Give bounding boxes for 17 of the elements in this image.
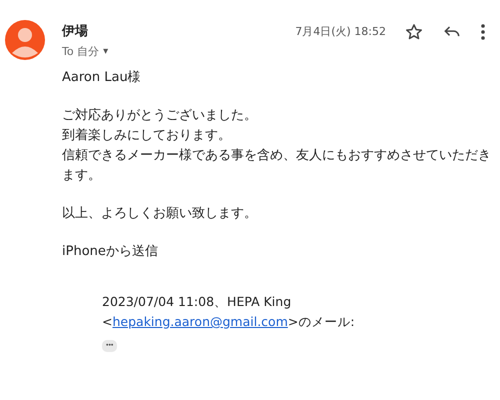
- quote-header: 2023/07/04 11:08、HEPA King: [102, 293, 292, 311]
- body-text: 到着楽しみにしております。: [62, 127, 232, 145]
- body-text: 信頼できるメーカー様である事を含め、友人にもおすすめさせていただきます。: [62, 147, 492, 185]
- body-text: Aaron Lau様: [62, 69, 142, 87]
- quote-bracket: <: [102, 314, 112, 329]
- sender-name: 伊場: [62, 23, 89, 40]
- recipient-label: To 自分: [62, 44, 100, 59]
- message-date: 7月4日(火) 18:52: [295, 24, 386, 39]
- body-text: ご対応ありがとうございました。: [62, 107, 258, 125]
- quote-suffix: >のメール:: [288, 314, 355, 329]
- star-icon[interactable]: [404, 22, 424, 42]
- caret-icon[interactable]: ▾: [103, 46, 108, 57]
- body-text: iPhoneから送信: [62, 243, 159, 261]
- body-text: 以上、よろしくお願い致します。: [62, 205, 258, 223]
- more-icon[interactable]: [480, 22, 486, 42]
- avatar-icon: [5, 20, 45, 60]
- email-link[interactable]: hepaking.aaron@gmail.com: [112, 314, 288, 329]
